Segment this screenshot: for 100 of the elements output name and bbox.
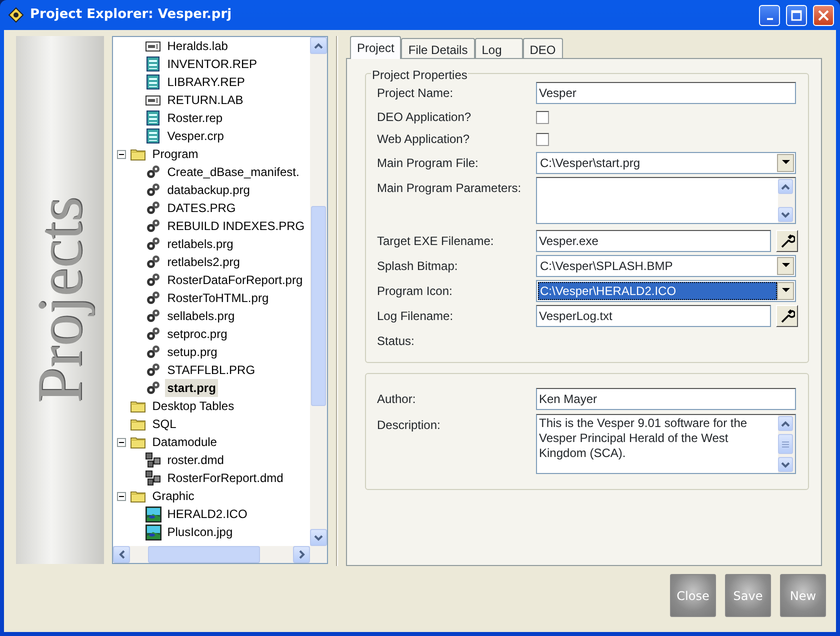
tree-item[interactable]: PlusIcon.jpg <box>165 523 235 541</box>
dropdown-field[interactable]: C:\Vesper\SPLASH.BMP <box>536 254 796 276</box>
tab[interactable]: Project <box>350 36 402 59</box>
tree-item[interactable]: RosterToHTML.prg <box>165 289 271 307</box>
report-icon <box>145 128 162 144</box>
tab[interactable]: Log <box>474 38 523 58</box>
tree-item[interactable]: INVENTOR.REP <box>165 55 260 73</box>
scroll-up-button[interactable] <box>310 37 327 54</box>
field-label: Status: <box>377 333 416 350</box>
tree-item[interactable]: HERALD2.ICO <box>165 505 250 523</box>
field-label: Main Program Parameters: <box>377 180 522 197</box>
gear-icon <box>145 218 162 234</box>
tree-item[interactable]: databackup.prg <box>165 181 252 199</box>
tree-item[interactable]: roster.dmd <box>165 451 226 469</box>
memo-field[interactable] <box>536 177 796 224</box>
tree-item[interactable]: setup.prg <box>165 343 220 361</box>
tree-item[interactable]: RETURN.LAB <box>165 91 246 109</box>
caret-icon <box>782 160 790 165</box>
expand-toggle[interactable] <box>117 150 126 158</box>
scroll-left-button[interactable] <box>113 546 130 563</box>
vertical-scrollbar[interactable] <box>310 37 327 546</box>
gear-icon <box>145 290 162 306</box>
close-icon <box>818 10 829 20</box>
tree-item[interactable]: SQL <box>150 415 178 433</box>
scroll-up-button[interactable] <box>778 416 793 431</box>
tree-item[interactable]: setproc.prg <box>165 325 230 343</box>
field-label: Target EXE Filename: <box>377 232 495 250</box>
tree-item[interactable]: LIBRARY.REP <box>165 73 247 91</box>
tab[interactable]: DEO <box>522 38 563 58</box>
browse-button[interactable] <box>776 230 798 252</box>
field-label: Project Name: <box>377 85 454 102</box>
tree-item[interactable]: Desktop Tables <box>150 397 236 415</box>
scroll-down-button[interactable] <box>778 207 793 222</box>
scroll-right-button[interactable] <box>293 546 310 563</box>
tree-item[interactable]: Graphic <box>150 487 196 505</box>
tree-item[interactable]: Heralds.lab <box>165 37 230 55</box>
field-label: Main Program File: <box>377 154 480 172</box>
expand-toggle[interactable] <box>117 438 126 446</box>
dropdown-button[interactable] <box>777 154 794 172</box>
text-field[interactable]: VesperLog.txt <box>536 304 771 326</box>
tree-item[interactable]: REBUILD INDEXES.PRG <box>165 217 307 235</box>
wrench-icon <box>779 308 795 324</box>
close-button[interactable] <box>813 4 834 26</box>
gear-icon <box>145 272 162 288</box>
scroll-thumb[interactable] <box>778 434 793 454</box>
tab[interactable]: File Details <box>401 38 475 58</box>
text-field[interactable]: Ken Mayer <box>536 388 796 410</box>
gear-icon <box>145 200 162 216</box>
browse-button[interactable] <box>776 304 798 326</box>
tree-item[interactable]: DATES.PRG <box>165 199 238 217</box>
caret-icon <box>782 288 790 293</box>
field-label: Splash Bitmap: <box>377 258 459 274</box>
tree-item[interactable]: Vesper.crp <box>165 127 226 145</box>
caret-icon <box>782 263 790 268</box>
gear-icon <box>145 254 162 270</box>
gear-icon <box>145 326 162 342</box>
field-label: Log Filename: <box>377 308 454 324</box>
tree-item[interactable]: start.prg <box>165 379 218 397</box>
text-field[interactable]: Vesper <box>536 82 796 104</box>
scroll-down-button[interactable] <box>310 529 327 546</box>
gear-icon <box>145 362 162 378</box>
gear-icon <box>145 182 162 198</box>
dropdown-button[interactable] <box>777 282 794 300</box>
tree-item[interactable]: STAFFLBL.PRG <box>165 361 258 379</box>
datamodule-icon <box>145 470 162 486</box>
minimize-button[interactable] <box>759 4 780 26</box>
field-label: Web Application? <box>377 131 471 148</box>
tree-item[interactable]: sellabels.prg <box>165 307 237 325</box>
tree-item[interactable]: retlabels.prg <box>165 235 236 253</box>
dropdown-button[interactable] <box>777 256 794 274</box>
gear-icon <box>145 308 162 324</box>
checkbox[interactable] <box>536 110 549 124</box>
expand-toggle[interactable] <box>117 492 126 500</box>
memo-field[interactable]: This is the Vesper 9.01 software for the Vesper Principal Herald of the West Kingdom (SCA). <box>536 414 796 474</box>
gear-icon <box>145 236 162 252</box>
scroll-down-button[interactable] <box>778 457 793 472</box>
image-icon <box>145 524 162 540</box>
tree-item[interactable]: Create_dBase_manifest. <box>165 163 302 181</box>
tree-item[interactable]: retlabels2.prg <box>165 253 242 271</box>
wrench-icon <box>779 232 795 248</box>
dropdown-field[interactable]: C:\Vesper\HERALD2.ICO <box>536 280 796 302</box>
text-field[interactable]: Vesper.exe <box>536 230 771 252</box>
tree-item[interactable]: Program <box>150 145 200 163</box>
dropdown-field[interactable]: C:\Vesper\start.prg <box>536 152 796 174</box>
tree-item[interactable]: RosterDataForReport.prg <box>165 271 305 289</box>
horizontal-scrollbar[interactable] <box>113 546 327 563</box>
maximize-icon <box>791 10 802 20</box>
checkbox[interactable] <box>536 132 549 146</box>
field-label: DEO Application? <box>377 109 472 126</box>
maximize-button[interactable] <box>786 4 807 26</box>
window-title: Project Explorer: Vesper.prj <box>30 6 233 24</box>
grip-icon <box>782 440 789 448</box>
scroll-up-button[interactable] <box>778 179 793 194</box>
banner-title: Projects <box>28 196 92 404</box>
report-icon <box>145 110 162 126</box>
minimize-icon <box>766 18 772 20</box>
tree-item[interactable]: Datamodule <box>150 433 219 451</box>
tree-item[interactable]: Roster.rep <box>165 109 225 127</box>
field-label: Author: <box>377 391 417 408</box>
tree-item[interactable]: RosterForReport.dmd <box>165 469 286 487</box>
